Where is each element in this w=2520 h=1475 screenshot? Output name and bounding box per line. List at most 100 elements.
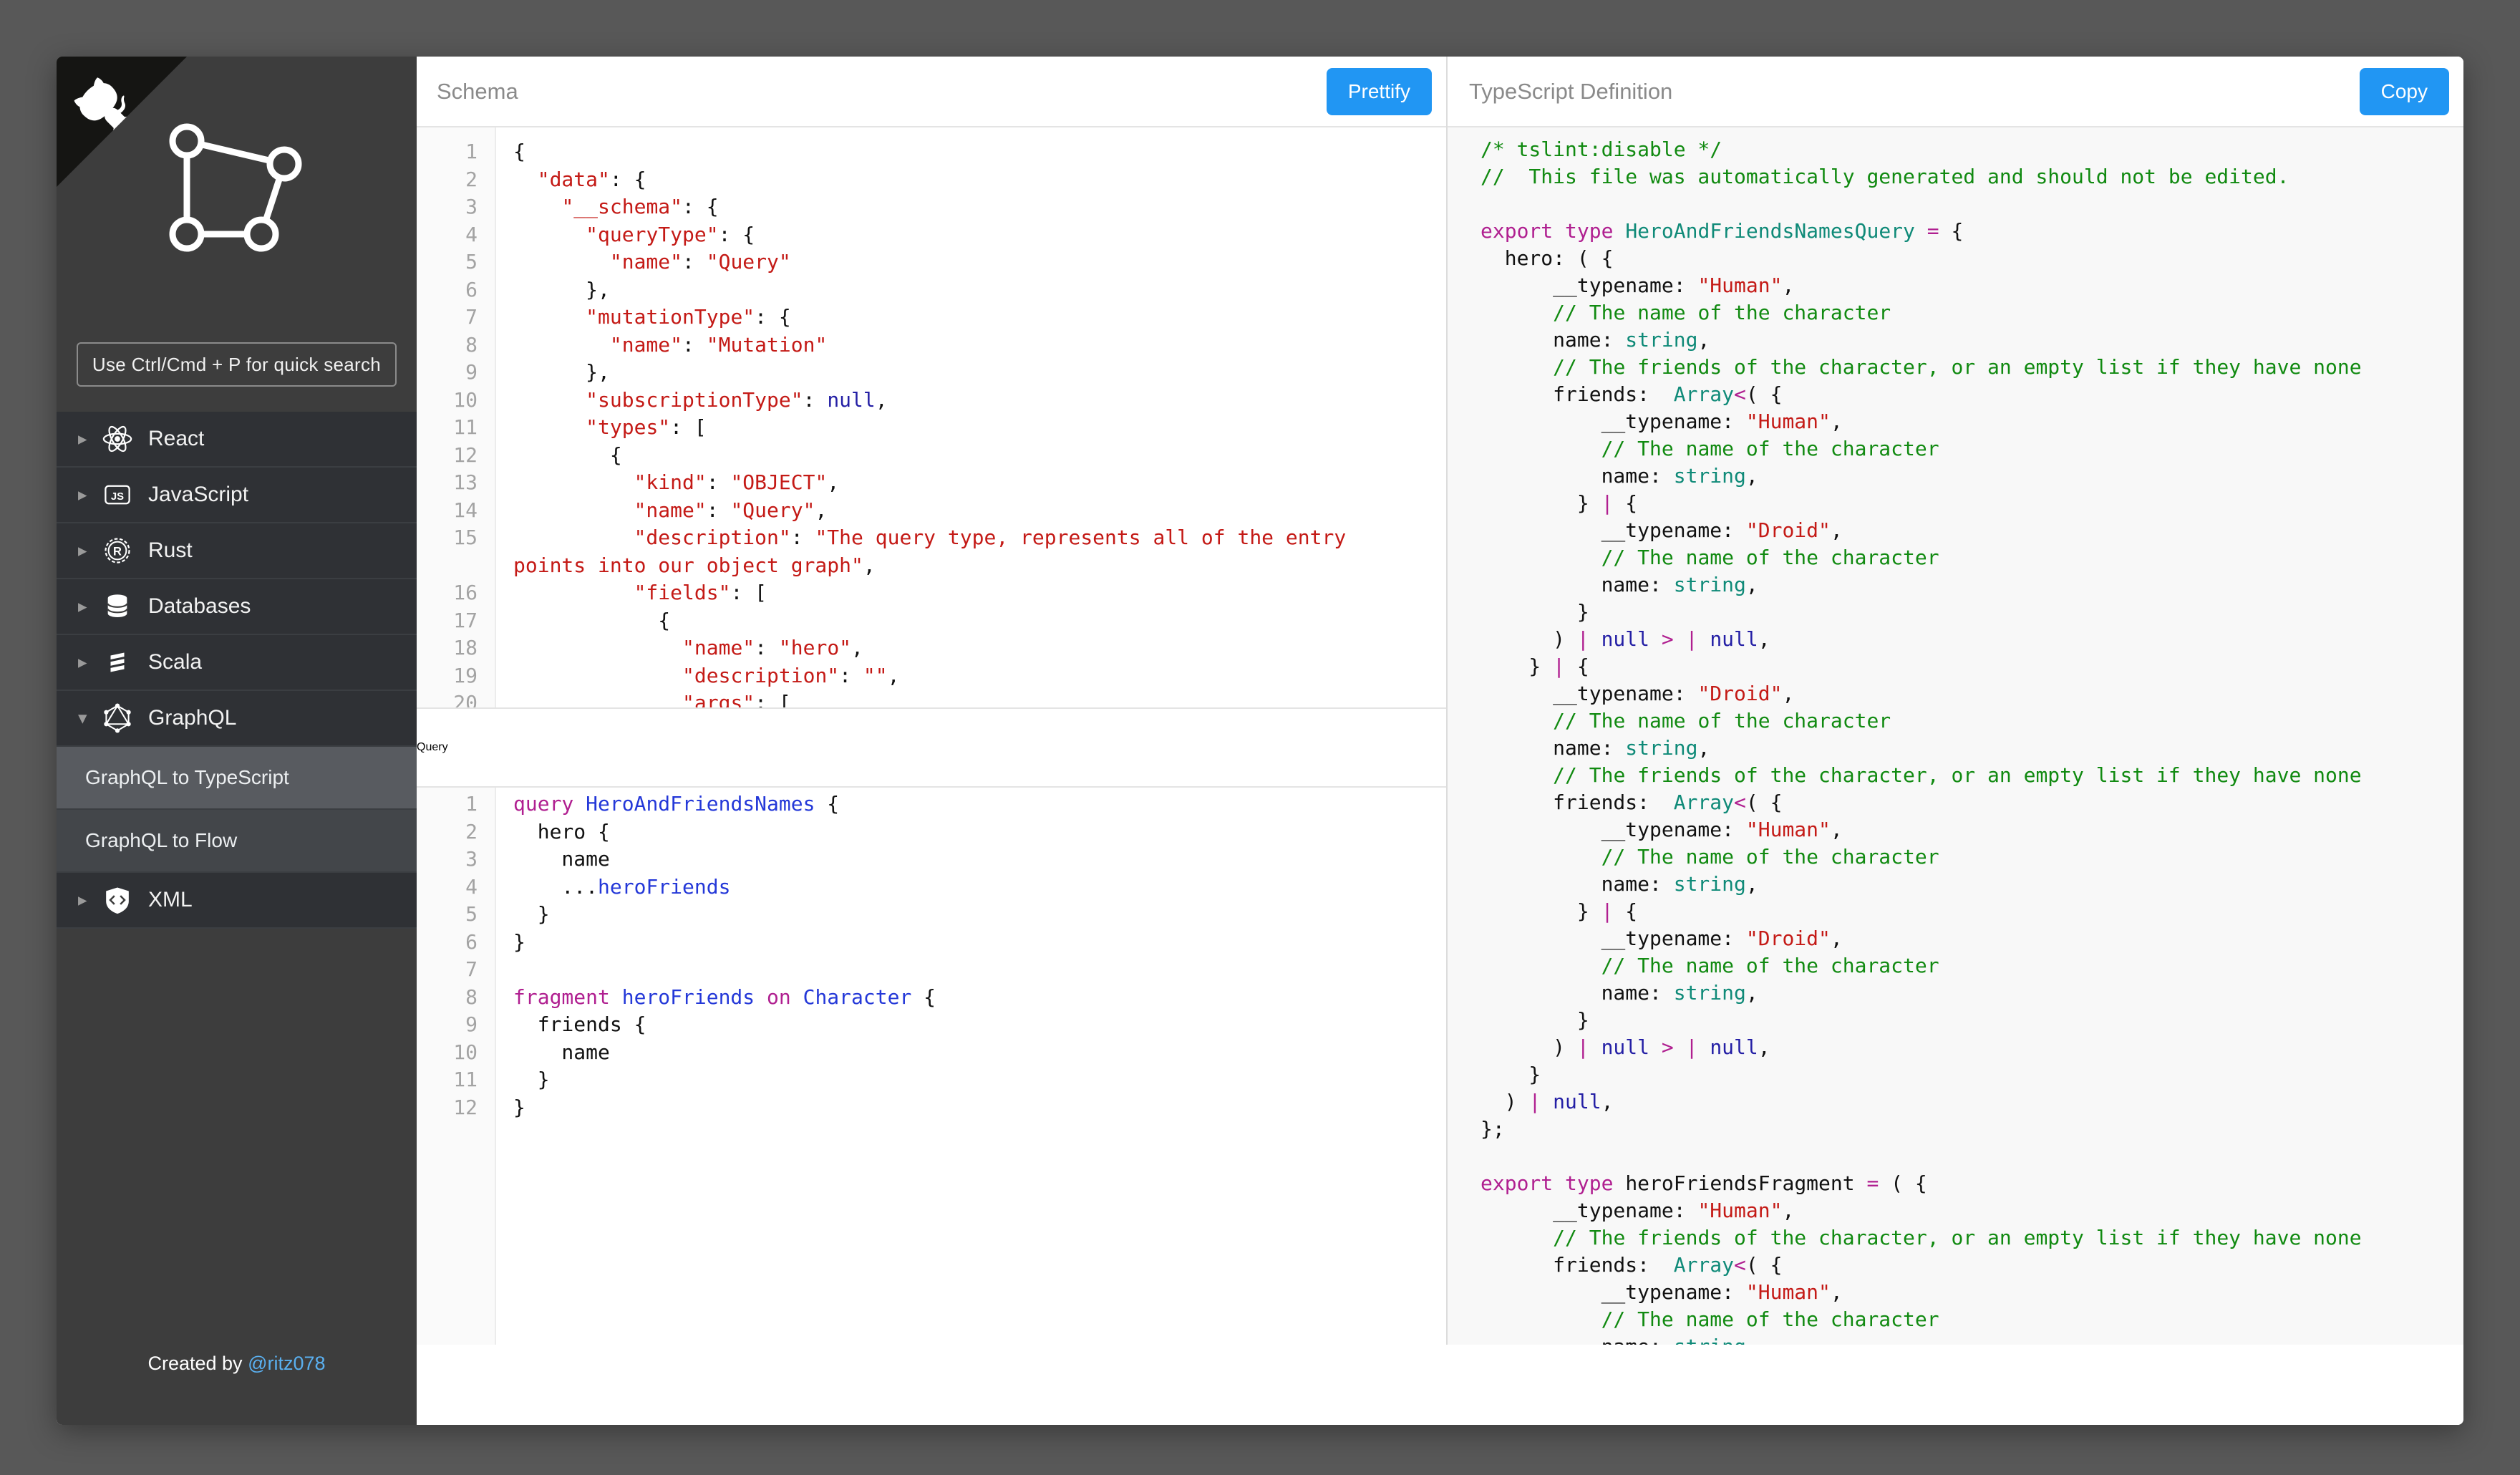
- code-line: };: [1448, 1116, 2463, 1143]
- query-header: Query: [417, 707, 1446, 788]
- schema-query-panel: Schema Prettify 1{2 "data": {3 "__schema…: [417, 57, 1446, 1345]
- site-logo: [165, 120, 309, 258]
- database-icon: [101, 590, 134, 623]
- code-line: friends: Array<( {: [1448, 789, 2463, 816]
- sidebar-subitem-graphql-to-typescript[interactable]: GraphQL to TypeScript: [57, 747, 417, 810]
- code-line: 4 ...heroFriends: [417, 874, 1446, 901]
- line-number: 1: [417, 790, 496, 818]
- typescript-panel-title: TypeScript Definition: [1469, 79, 1672, 105]
- sidebar-item-xml[interactable]: ▸XML: [57, 873, 417, 929]
- line-number: 8: [417, 332, 496, 359]
- code-line: 3 "__schema": {: [417, 193, 1446, 221]
- code-line: ) | null > | null,: [1448, 626, 2463, 653]
- sidebar-item-label: React: [148, 427, 204, 451]
- code-line: name: string,: [1448, 463, 2463, 490]
- query-editor[interactable]: 1query HeroAndFriendsNames {2 hero {3 na…: [417, 788, 1446, 1345]
- code-line: 8 "name": "Mutation": [417, 332, 1446, 359]
- chevron-right-icon: ▸: [78, 484, 97, 506]
- line-number: 17: [417, 607, 496, 635]
- code-line: 17 {: [417, 607, 1446, 635]
- line-number: 11: [417, 1066, 496, 1094]
- sidebar-item-rust[interactable]: ▸RRust: [57, 523, 417, 579]
- code-line: 13 "kind": "OBJECT",: [417, 469, 1446, 497]
- react-icon: [101, 422, 134, 455]
- line-number: 9: [417, 359, 496, 387]
- code-line: 9 },: [417, 359, 1446, 387]
- sidebar: Use Ctrl/Cmd + P for quick search ▸React…: [57, 57, 417, 1425]
- code-line: ) | null > | null,: [1448, 1034, 2463, 1061]
- chevron-right-icon: ▸: [78, 596, 97, 617]
- line-number: 1: [417, 138, 496, 166]
- line-number: 3: [417, 846, 496, 874]
- line-number: [417, 552, 496, 580]
- code-line: name: string,: [1448, 1333, 2463, 1345]
- chevron-right-icon: ▸: [78, 889, 97, 911]
- code-line: 2 "data": {: [417, 166, 1446, 194]
- code-line: // The name of the character: [1448, 707, 2463, 735]
- code-line: 8fragment heroFriends on Character {: [417, 984, 1446, 1012]
- sidebar-subitem-graphql-to-flow[interactable]: GraphQL to Flow: [57, 810, 417, 873]
- sidebar-item-scala[interactable]: ▸Scala: [57, 635, 417, 691]
- line-number: 3: [417, 193, 496, 221]
- line-number: 16: [417, 579, 496, 607]
- sidebar-item-javascript[interactable]: ▸JSJavaScript: [57, 468, 417, 523]
- code-line: 7: [417, 956, 1446, 984]
- code-line: 5 "name": "Query": [417, 248, 1446, 276]
- chevron-down-icon: ▾: [78, 707, 97, 729]
- code-line: // The name of the character: [1448, 843, 2463, 871]
- prettify-button[interactable]: Prettify: [1327, 68, 1432, 115]
- code-line: name: string,: [1448, 327, 2463, 354]
- code-line: 4 "queryType": {: [417, 221, 1446, 249]
- code-line: __typename: "Human",: [1448, 408, 2463, 435]
- code-line: [1448, 1143, 2463, 1170]
- line-number: 4: [417, 874, 496, 901]
- code-line: __typename: "Human",: [1448, 1279, 2463, 1306]
- code-line: 20 "args": [: [417, 690, 1446, 707]
- line-number: 11: [417, 414, 496, 442]
- schema-editor[interactable]: 1{2 "data": {3 "__schema": {4 "queryType…: [417, 127, 1446, 707]
- rust-icon: R: [101, 534, 134, 567]
- line-number: 12: [417, 1094, 496, 1122]
- code-line: // The name of the character: [1448, 435, 2463, 463]
- copy-button[interactable]: Copy: [2360, 68, 2449, 115]
- sidebar-item-react[interactable]: ▸React: [57, 412, 417, 468]
- quick-search-hint: Use Ctrl/Cmd + P for quick search: [77, 342, 397, 387]
- footer-author-link[interactable]: @ritz078: [248, 1353, 325, 1374]
- code-line: // The name of the character: [1448, 1306, 2463, 1333]
- typescript-header: TypeScript Definition Copy: [1448, 57, 2463, 127]
- typescript-panel: TypeScript Definition Copy /* tslint:dis…: [1446, 57, 2463, 1345]
- sidebar-subitem-label: GraphQL to Flow: [85, 829, 237, 852]
- code-line: 1query HeroAndFriendsNames {: [417, 790, 1446, 818]
- code-line: 9 friends {: [417, 1011, 1446, 1039]
- code-line: __typename: "Human",: [1448, 1197, 2463, 1224]
- line-number: 10: [417, 1039, 496, 1067]
- typescript-output[interactable]: /* tslint:disable */// This file was aut…: [1448, 127, 2463, 1345]
- line-number: 10: [417, 387, 496, 415]
- code-line: // The name of the character: [1448, 299, 2463, 327]
- code-line: }: [1448, 599, 2463, 626]
- sidebar-item-graphql[interactable]: ▾GraphQL: [57, 691, 417, 747]
- line-number: 8: [417, 984, 496, 1012]
- bottom-strip: [417, 1345, 2463, 1425]
- sidebar-item-databases[interactable]: ▸Databases: [57, 579, 417, 635]
- code-line: name: string,: [1448, 980, 2463, 1007]
- line-number: 6: [417, 276, 496, 304]
- line-number: 14: [417, 497, 496, 525]
- chevron-right-icon: ▸: [78, 540, 97, 561]
- app-card: Use Ctrl/Cmd + P for quick search ▸React…: [57, 57, 2463, 1425]
- code-line: [1448, 190, 2463, 218]
- code-line: 1{: [417, 138, 1446, 166]
- code-line: points into our object graph",: [417, 552, 1446, 580]
- code-line: __typename: "Droid",: [1448, 680, 2463, 707]
- code-line: 11 "types": [: [417, 414, 1446, 442]
- code-line: 2 hero {: [417, 818, 1446, 846]
- sidebar-footer: Created by @ritz078: [57, 1345, 417, 1381]
- code-line: 6}: [417, 929, 1446, 957]
- query-panel-title: Query: [417, 741, 448, 754]
- line-number: 4: [417, 221, 496, 249]
- line-number: 15: [417, 524, 496, 552]
- code-line: }: [1448, 1061, 2463, 1088]
- code-line: // The name of the character: [1448, 952, 2463, 980]
- code-line: // The friends of the character, or an e…: [1448, 354, 2463, 381]
- code-line: export type heroFriendsFragment = ( {: [1448, 1170, 2463, 1197]
